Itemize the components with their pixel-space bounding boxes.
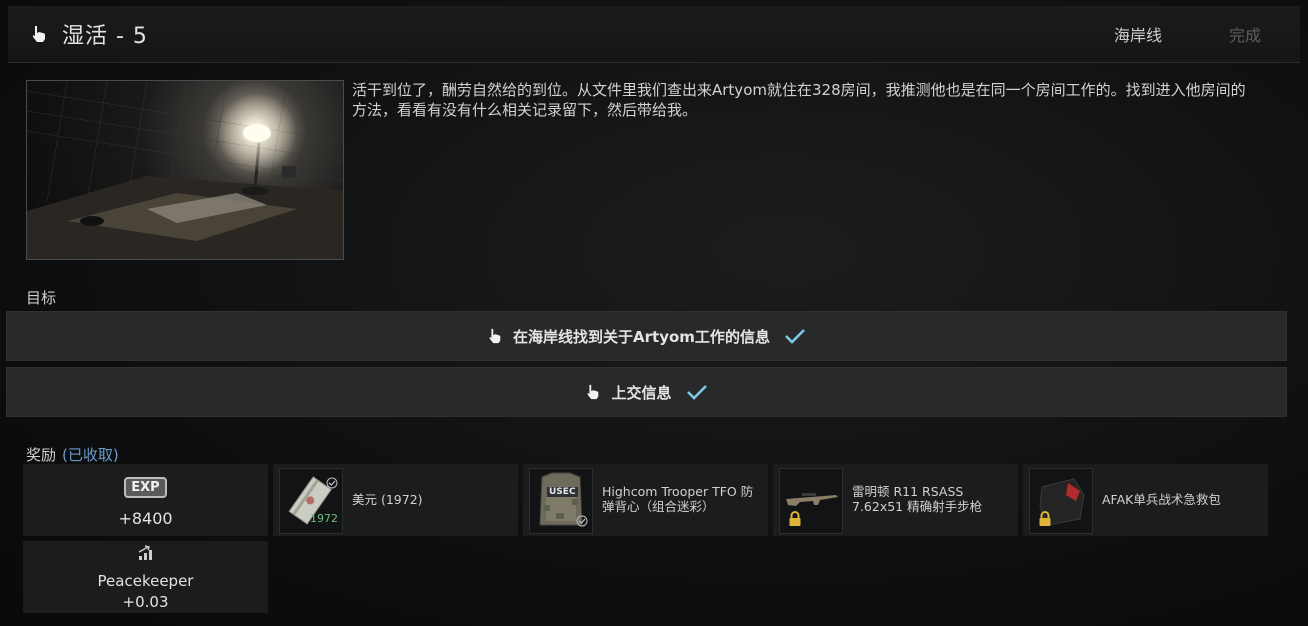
found-in-raid-icon [326,477,338,489]
lock-icon [789,511,801,526]
checkmark-icon [785,329,805,344]
objective-text: 上交信息 [611,383,672,402]
pointer-hand-icon [489,328,501,344]
reward-item[interactable]: 1972 美元 (1972) [273,464,518,536]
reward-item[interactable]: USEC Highcom Trooper TFO 防弹背心（组合迷彩） [523,464,768,536]
quest-status: 完成 [1229,26,1262,45]
objective-text: 在海岸线找到关于Artyom工作的信息 [513,327,770,346]
quest-image [26,80,344,260]
objective-row[interactable]: 在海岸线找到关于Artyom工作的信息 [6,311,1287,361]
item-patch: USEC [547,487,578,497]
reward-item[interactable]: AFAK单兵战术急救包 [1023,464,1268,536]
reward-reputation: Peacekeeper +0.03 [23,541,268,613]
rewards-title: 奖励 [26,446,57,464]
quest-location[interactable]: 海岸线 [1114,22,1162,46]
reward-exp: EXP +8400 [23,464,268,536]
desk-lamp-scene [27,81,343,259]
reputation-up-icon [138,545,152,560]
lock-icon [1039,511,1051,526]
reputation-trader: Peacekeeper [97,572,194,590]
quest-title: 湿活 - 5 [62,24,148,49]
rewards-label: 奖励 (已收取) [26,444,119,465]
exp-value: +8400 [118,509,173,528]
quest-description: 活干到位了，酬劳自然给的到位。从文件里我们查出来Artyom就住在328房间，我… [352,81,1246,119]
objective-row[interactable]: 上交信息 [6,367,1287,417]
item-name: AFAK单兵战术急救包 [1102,492,1221,507]
quest-header: 湿活 - 5 海岸线 完成 [8,6,1300,63]
armor-vest-icon: USEC [529,468,593,534]
objectives-label: 目标 [26,289,57,307]
rewards-claimed-status: (已收取) [62,446,119,464]
pointer-hand-icon [588,384,599,400]
pointer-hand-icon [33,26,45,42]
item-name: 雷明顿 R11 RSASS 7.62x51 精确射手步枪 [852,484,983,514]
rifle-icon [779,468,843,534]
medkit-icon [1029,468,1093,534]
found-in-raid-icon [576,515,588,527]
reward-item[interactable]: 雷明顿 R11 RSASS 7.62x51 精确射手步枪 [773,464,1018,536]
item-name: Highcom Trooper TFO 防弹背心（组合迷彩） [602,484,754,514]
item-count: 1972 [310,512,338,525]
reputation-value: +0.03 [122,593,169,611]
item-name: 美元 (1972) [352,492,423,507]
checkmark-icon [686,385,707,400]
dollar-stack-icon: 1972 [279,468,343,534]
exp-badge-icon: EXP [124,477,167,498]
